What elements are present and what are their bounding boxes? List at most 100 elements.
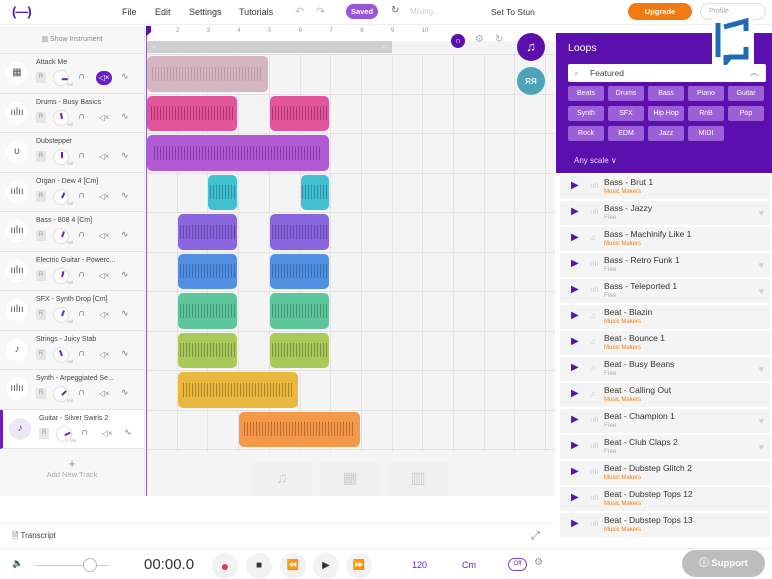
volume-slider-thumb[interactable]	[83, 558, 97, 572]
loop-list-item[interactable]: ▶ ♫ Beat - Blazin Music Makers	[560, 305, 770, 330]
record-arm-button[interactable]: R	[39, 427, 49, 439]
heart-icon[interactable]: ♥	[759, 208, 764, 218]
collaborators-icon[interactable]: ᴙᴙ	[517, 67, 545, 95]
mute-icon[interactable]: ◁×	[96, 269, 112, 283]
loop-list-item[interactable]: ▶ ıılı Beat - Club Claps 2 Free ♥	[560, 435, 770, 460]
filter-chip[interactable]: Drums	[608, 86, 644, 101]
heart-icon[interactable]: ♥	[759, 260, 764, 270]
loop-list-item[interactable]: ▶ ıılı Bass - Retro Funk 1 Free ♥	[560, 253, 770, 278]
play-icon[interactable]: ▶	[571, 310, 579, 321]
menu-file[interactable]: File	[122, 7, 137, 17]
audio-clip[interactable]	[269, 214, 330, 250]
chevron-up-icon[interactable]: ︿	[750, 64, 758, 82]
stop-button[interactable]: ■	[246, 553, 272, 579]
automation-icon[interactable]: ∿	[121, 229, 129, 240]
loop-list-item[interactable]: ▶ ♫ Beat - Bounce 1 Music Makers	[560, 331, 770, 356]
master-volume-slider[interactable]	[35, 558, 109, 572]
audio-clip[interactable]	[269, 95, 330, 131]
loop-region[interactable]: → ←	[146, 41, 392, 53]
playhead[interactable]	[146, 26, 151, 496]
heart-icon[interactable]: ♥	[759, 416, 764, 426]
audio-clip[interactable]	[177, 332, 238, 368]
audio-clip[interactable]	[269, 253, 330, 289]
track-header[interactable]: ıılıı Bass - 808 4 [Cm] R Vol ∩ ◁× ∿	[0, 212, 144, 252]
loop-list-item[interactable]: ▶ ıılı Bass - Brut 1 Music Makers	[560, 175, 770, 200]
automation-icon[interactable]: ∿	[121, 269, 129, 280]
timeline-ruler[interactable]: 2 3 4 5 6 7 8 9 10	[146, 26, 555, 41]
beat-grid-icon[interactable]: ▦	[320, 462, 380, 496]
loops-music-note-icon[interactable]: ♫	[517, 33, 545, 61]
filter-chip[interactable]: Bass	[648, 86, 684, 101]
track-name[interactable]: Organ - Dew 4 [Cm]	[36, 178, 98, 185]
track-header[interactable]: ıılıı Synth - Arpeggiated Se... R Vol ∩ …	[0, 370, 144, 410]
track-name[interactable]: Attack Me	[36, 59, 67, 66]
play-icon[interactable]: ▶	[571, 362, 579, 373]
track-name[interactable]: Synth - Arpeggiated Se...	[36, 375, 114, 382]
mute-icon[interactable]: ◁×	[96, 111, 112, 125]
audio-clip[interactable]	[300, 174, 330, 210]
mute-icon[interactable]: ◁×	[96, 387, 112, 401]
upgrade-button[interactable]: Upgrade	[628, 3, 692, 20]
tempo-bpm[interactable]: 120	[412, 560, 427, 570]
audio-clip[interactable]	[239, 411, 360, 447]
play-icon[interactable]: ▶	[571, 414, 579, 425]
mute-icon[interactable]: ◁×	[99, 427, 115, 441]
play-icon[interactable]: ▶	[571, 284, 579, 295]
heart-icon[interactable]: ♥	[759, 286, 764, 296]
transcript-bar[interactable]: 🗎 Transcript ⤢	[0, 523, 555, 547]
track-header[interactable]: ʊ Dubstepper R Vol ∩ ◁× ∿	[0, 133, 144, 173]
sync-icon[interactable]: ↻	[391, 5, 399, 16]
headphones-solo-icon[interactable]: ∩	[78, 150, 85, 161]
metronome-settings-icon[interactable]: ⚙	[534, 557, 543, 568]
filter-chip[interactable]: MIDI	[688, 126, 724, 141]
record-arm-button[interactable]: R	[36, 348, 46, 360]
menu-edit[interactable]: Edit	[155, 7, 171, 17]
play-icon[interactable]: ▶	[571, 336, 579, 347]
loop-list-item[interactable]: ▶ ıılı Beat - Dubstep Tops 12 Music Make…	[560, 487, 770, 512]
play-icon[interactable]: ▶	[571, 206, 579, 217]
record-arm-button[interactable]: R	[36, 309, 46, 320]
loop-list-item[interactable]: ▶ ıılı Beat - Champion 1 Free ♥	[560, 409, 770, 434]
headphones-solo-icon[interactable]: ∩	[78, 190, 85, 201]
heart-icon[interactable]: ♥	[759, 364, 764, 374]
play-icon[interactable]: ▶	[571, 258, 579, 269]
support-button[interactable]: ⓘ Support	[682, 550, 765, 577]
filter-chip[interactable]: Pop	[728, 106, 764, 121]
play-icon[interactable]: ▶	[571, 518, 579, 529]
volume-icon[interactable]: 🔈	[12, 558, 23, 569]
headphones-mode-icon[interactable]: ∩	[451, 34, 465, 48]
headphones-solo-icon[interactable]: ∩	[81, 427, 88, 438]
scale-filter[interactable]: Any scale ∨	[574, 156, 617, 165]
fast-forward-button[interactable]: ⏩	[346, 553, 372, 579]
track-header[interactable]: ıılıı Organ - Dew 4 [Cm] R Vol ∩ ◁× ∿	[0, 172, 144, 212]
record-arm-button[interactable]: R	[36, 388, 46, 399]
loop-list-item[interactable]: ▶ ıılı Bass - Teleported 1 Free ♥	[560, 279, 770, 304]
record-arm-button[interactable]: R	[36, 72, 46, 83]
headphones-solo-icon[interactable]: ∩	[78, 111, 85, 122]
mute-icon[interactable]: ◁×	[96, 348, 112, 362]
record-arm-button[interactable]: R	[36, 190, 46, 202]
mute-icon[interactable]: ◁×	[96, 71, 112, 85]
menu-tutorials[interactable]: Tutorials	[239, 7, 273, 17]
track-header[interactable]: ıılıı Drums - Busy Basics R Vol ∩ ◁× ∿	[0, 93, 144, 133]
mute-icon[interactable]: ◁×	[96, 190, 112, 204]
audio-clip[interactable]	[208, 174, 238, 210]
filter-chip[interactable]: Jazz	[648, 126, 684, 141]
play-icon[interactable]: ▶	[571, 388, 579, 399]
undo-icon[interactable]: ↶	[295, 5, 304, 18]
loop-toggle-icon[interactable]: ↻	[495, 34, 503, 45]
headphones-solo-icon[interactable]: ∩	[78, 308, 85, 319]
record-arm-button[interactable]: R	[36, 269, 46, 281]
automation-icon[interactable]: ∿	[121, 150, 129, 161]
filter-chip[interactable]: SFX	[608, 106, 644, 121]
play-icon[interactable]: ▶	[571, 466, 579, 477]
play-button[interactable]: ▶	[313, 553, 339, 579]
filter-chip[interactable]: Hip Hop	[648, 106, 684, 121]
headphones-solo-icon[interactable]: ∩	[78, 387, 85, 398]
keyboard-icon[interactable]: ▥	[388, 462, 448, 496]
track-name[interactable]: Bass - 808 4 [Cm]	[36, 217, 92, 224]
record-arm-button[interactable]: R	[36, 151, 46, 162]
headphones-solo-icon[interactable]: ∩	[78, 348, 85, 359]
filter-chip[interactable]: Piano	[688, 86, 724, 101]
mute-icon[interactable]: ◁×	[96, 229, 112, 243]
